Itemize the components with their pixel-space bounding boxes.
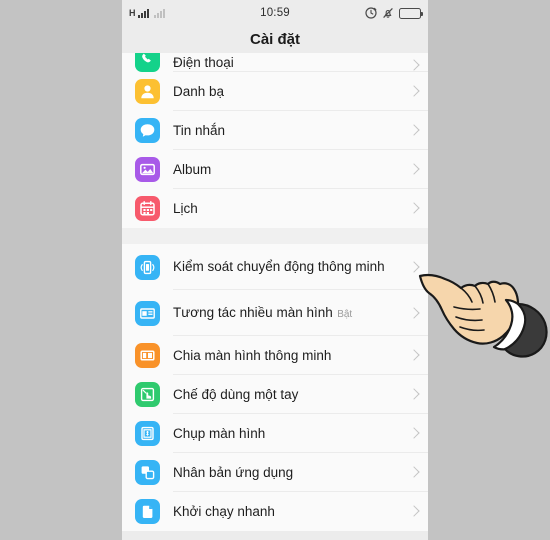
chevron-right-icon	[410, 505, 418, 518]
list-item-label: Tương tác nhiều màn hình	[173, 305, 333, 320]
status-bar-right	[365, 7, 423, 19]
section-divider	[122, 228, 428, 244]
list-item-label: Danh bạ	[173, 83, 225, 99]
list-item-album[interactable]: Album	[122, 150, 428, 189]
chevron-right-icon	[410, 388, 418, 401]
list-item-khoi-chay-nhanh[interactable]: Khởi chạy nhanh	[122, 492, 428, 531]
chevron-right-icon	[410, 202, 418, 215]
split-screen-icon	[135, 343, 160, 368]
page-title-bar: Cài đặt	[122, 26, 428, 53]
quick-launch-icon	[135, 499, 160, 524]
multi-screen-icon	[135, 300, 160, 326]
list-item-label: Điện thoại	[173, 55, 234, 70]
chevron-right-icon	[410, 163, 418, 176]
phone-screen: H 10:59 Cài đặt Điện thoại Danh bạ Tin n…	[122, 0, 428, 540]
list-item-label: Tin nhắn	[173, 122, 226, 138]
page-title: Cài đặt	[249, 31, 300, 48]
screenshot-icon	[135, 421, 160, 446]
list-item-dien-thoai[interactable]: Điện thoại	[122, 53, 428, 72]
app-clone-icon	[135, 460, 160, 485]
list-item-kiem-soat-chuyen-dong[interactable]: Kiểm soát chuyển động thông minh	[122, 244, 428, 290]
settings-section-features: Kiểm soát chuyển động thông minh Tương t	[122, 244, 428, 531]
list-footer-space	[122, 531, 428, 540]
list-item-chup-man-hinh[interactable]: Chụp màn hình	[122, 414, 428, 453]
motion-control-icon	[135, 254, 160, 280]
list-item-label-wrap: Lịch	[173, 200, 410, 218]
list-item-label: Chế độ dùng một tay	[173, 386, 299, 402]
list-item-tin-nhan[interactable]: Tin nhắn	[122, 111, 428, 150]
alarm-icon	[365, 7, 377, 19]
list-item-lich[interactable]: Lịch	[122, 189, 428, 228]
bell-off-icon	[382, 7, 394, 19]
list-item-label: Chụp màn hình	[173, 425, 266, 441]
list-item-label-wrap: Tin nhắn	[173, 122, 410, 140]
list-item-label: Album	[173, 161, 212, 177]
list-item-label-wrap: Nhân bản ứng dụng	[173, 464, 410, 482]
list-item-tuong-tac-nhieu-man-hinh[interactable]: Tương tác nhiều màn hình Bật	[122, 290, 428, 336]
chevron-right-icon	[410, 261, 418, 274]
list-item-label: Khởi chạy nhanh	[173, 503, 275, 519]
chevron-right-icon	[410, 307, 418, 320]
list-item-danh-ba[interactable]: Danh bạ	[122, 72, 428, 111]
chevron-right-icon	[410, 349, 418, 362]
chevron-right-icon	[410, 466, 418, 479]
chevron-right-icon	[410, 427, 418, 440]
contacts-icon	[135, 79, 160, 104]
list-item-label-wrap: Điện thoại	[173, 54, 410, 72]
list-item-label-wrap: Album	[173, 161, 410, 179]
list-item-label-wrap: Danh bạ	[173, 83, 410, 101]
list-item-label-wrap: Chia màn hình thông minh	[173, 347, 410, 365]
phone-icon	[135, 53, 160, 72]
list-item-chia-man-hinh[interactable]: Chia màn hình thông minh	[122, 336, 428, 375]
settings-section-apps: Điện thoại Danh bạ Tin nhắn Album Lịch	[122, 53, 428, 228]
list-item-label-wrap: Chụp màn hình	[173, 425, 410, 443]
chevron-right-icon	[410, 85, 418, 98]
calendar-icon	[135, 196, 160, 221]
status-bar: H 10:59	[122, 0, 428, 26]
settings-list[interactable]: Điện thoại Danh bạ Tin nhắn Album Lịch K…	[122, 53, 428, 540]
list-item-label: Chia màn hình thông minh	[173, 347, 332, 363]
list-item-label-wrap: Khởi chạy nhanh	[173, 503, 410, 521]
list-item-label: Kiểm soát chuyển động thông minh	[173, 259, 385, 274]
list-item-label: Nhân bản ứng dụng	[173, 464, 294, 480]
list-item-che-do-mot-tay[interactable]: Chế độ dùng một tay	[122, 375, 428, 414]
chevron-right-icon	[410, 124, 418, 137]
list-item-label-wrap: Kiểm soát chuyển động thông minh	[173, 258, 410, 276]
photos-icon	[135, 157, 160, 182]
list-item-subtitle: Bật	[337, 309, 353, 320]
list-item-label: Lịch	[173, 200, 198, 216]
one-hand-icon	[135, 382, 160, 407]
battery-icon	[399, 7, 423, 19]
list-item-nhan-ban-ung-dung[interactable]: Nhân bản ứng dụng	[122, 453, 428, 492]
list-item-label-wrap: Tương tác nhiều màn hình Bật	[173, 304, 410, 322]
message-icon	[135, 118, 160, 143]
list-item-label-wrap: Chế độ dùng một tay	[173, 386, 410, 404]
pointing-hand-cursor	[418, 252, 550, 367]
